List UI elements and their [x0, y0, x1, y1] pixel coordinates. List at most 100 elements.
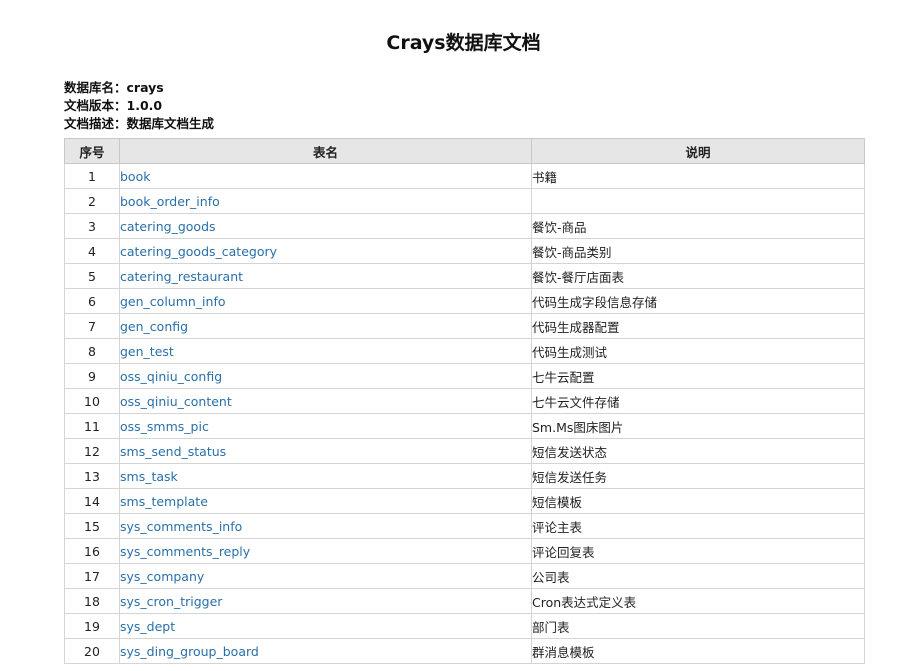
row-table-name-cell: catering_goods [119, 213, 532, 239]
row-number: 19 [64, 613, 120, 639]
table-name-link[interactable]: sms_template [121, 494, 208, 509]
row-number: 14 [64, 488, 120, 514]
row-table-name-cell: sms_task [119, 463, 532, 489]
table-row: 13 sms_task 短信发送任务 [64, 463, 865, 489]
row-table-name-cell: sys_company [119, 563, 532, 589]
row-number: 8 [64, 338, 120, 364]
table-name-link[interactable]: catering_goods_category [121, 244, 278, 259]
table-row: 8 gen_test 代码生成测试 [64, 338, 865, 364]
row-description: 短信发送状态 [531, 438, 865, 464]
row-number: 5 [64, 263, 120, 289]
header-no: 序号 [64, 138, 120, 164]
row-description: 评论主表 [531, 513, 865, 539]
row-table-name-cell: sys_comments_reply [119, 538, 532, 564]
row-description: 七牛云文件存储 [531, 388, 865, 414]
table-row: 4 catering_goods_category 餐饮-商品类别 [64, 238, 865, 264]
table-row: 20 sys_ding_group_board 群消息模板 [64, 638, 865, 664]
table-name-link[interactable]: oss_qiniu_content [121, 394, 232, 409]
description-line: 文档描述：数据库文档生成 [64, 115, 214, 133]
row-table-name-cell: catering_goods_category [119, 238, 532, 264]
table-name-link[interactable]: gen_config [121, 319, 189, 334]
row-description: 代码生成器配置 [531, 313, 865, 339]
row-table-name-cell: gen_column_info [119, 288, 532, 314]
table-row: 17 sys_company 公司表 [64, 563, 865, 589]
table-name-link[interactable]: gen_test [121, 344, 174, 359]
table-row: 11 oss_smms_pic Sm.Ms图床图片 [64, 413, 865, 439]
row-description: 餐饮-商品 [531, 213, 865, 239]
row-table-name-cell: book_order_info [119, 188, 532, 214]
table-row: 9 oss_qiniu_config 七牛云配置 [64, 363, 865, 389]
row-number: 18 [64, 588, 120, 614]
row-description: 代码生成测试 [531, 338, 865, 364]
row-number: 2 [64, 188, 120, 214]
table-name-link[interactable]: book_order_info [121, 194, 220, 209]
table-row: 15 sys_comments_info 评论主表 [64, 513, 865, 539]
row-table-name-cell: oss_smms_pic [119, 413, 532, 439]
row-table-name-cell: oss_qiniu_config [119, 363, 532, 389]
table-name-link[interactable]: sys_dept [121, 619, 176, 634]
row-description: 书籍 [531, 163, 865, 189]
row-number: 13 [64, 463, 120, 489]
header-desc: 说明 [531, 138, 865, 164]
description-value: 数据库文档生成 [126, 116, 215, 131]
table-name-link[interactable]: sys_ding_group_board [121, 644, 259, 659]
header-name: 表名 [119, 138, 532, 164]
row-table-name-cell: sys_cron_trigger [119, 588, 532, 614]
table-name-link[interactable]: sys_comments_info [121, 519, 243, 534]
row-table-name-cell: oss_qiniu_content [119, 388, 532, 414]
row-description: 群消息模板 [531, 638, 865, 664]
table-row: 3 catering_goods 餐饮-商品 [64, 213, 865, 239]
row-number: 4 [64, 238, 120, 264]
table-row: 14 sms_template 短信模板 [64, 488, 865, 514]
table-row: 1 book 书籍 [64, 163, 865, 189]
table-name-link[interactable]: oss_smms_pic [121, 419, 209, 434]
table-name-link[interactable]: sms_send_status [121, 444, 227, 459]
row-number: 11 [64, 413, 120, 439]
table-name-link[interactable]: sms_task [121, 469, 178, 484]
row-number: 20 [64, 638, 120, 664]
db-name-label: 数据库名： [64, 80, 127, 95]
row-table-name-cell: book [119, 163, 532, 189]
row-table-name-cell: sms_send_status [119, 438, 532, 464]
table-name-link[interactable]: book [121, 169, 151, 184]
description-label: 文档描述： [64, 116, 127, 131]
table-name-link[interactable]: sys_comments_reply [121, 544, 251, 559]
table-name-link[interactable]: oss_qiniu_config [121, 369, 223, 384]
table-row: 5 catering_restaurant 餐饮-餐厅店面表 [64, 263, 865, 289]
version-label: 文档版本： [64, 98, 127, 113]
row-description: Sm.Ms图床图片 [531, 413, 865, 439]
table-row: 7 gen_config 代码生成器配置 [64, 313, 865, 339]
table-row: 6 gen_column_info 代码生成字段信息存储 [64, 288, 865, 314]
row-description: 短信发送任务 [531, 463, 865, 489]
table-name-link[interactable]: catering_restaurant [121, 269, 244, 284]
table-index: 序号 表名 说明 1 book 书籍 2 book_order_info 3 caterin… [64, 138, 865, 664]
row-number: 12 [64, 438, 120, 464]
table-name-link[interactable]: gen_column_info [121, 294, 226, 309]
table-row: 10 oss_qiniu_content 七牛云文件存储 [64, 388, 865, 414]
table-body: 1 book 书籍 2 book_order_info 3 catering_goods 餐饮… [64, 163, 865, 664]
table-row: 2 book_order_info [64, 188, 865, 214]
row-description: 公司表 [531, 563, 865, 589]
table-name-link[interactable]: sys_company [121, 569, 205, 584]
row-number: 7 [64, 313, 120, 339]
row-description: 七牛云配置 [531, 363, 865, 389]
row-number: 1 [64, 163, 120, 189]
row-table-name-cell: sys_dept [119, 613, 532, 639]
table-name-link[interactable]: catering_goods [121, 219, 216, 234]
row-table-name-cell: gen_test [119, 338, 532, 364]
row-table-name-cell: sys_ding_group_board [119, 638, 532, 664]
table-row: 16 sys_comments_reply 评论回复表 [64, 538, 865, 564]
row-description [531, 188, 865, 214]
row-description: 代码生成字段信息存储 [531, 288, 865, 314]
row-number: 6 [64, 288, 120, 314]
version-value: 1.0.0 [126, 98, 163, 113]
table-header-row: 序号 表名 说明 [64, 138, 865, 164]
row-description: 餐饮-商品类别 [531, 238, 865, 264]
table-name-link[interactable]: sys_cron_trigger [121, 594, 223, 609]
row-description: 部门表 [531, 613, 865, 639]
row-description: 评论回复表 [531, 538, 865, 564]
row-number: 3 [64, 213, 120, 239]
row-table-name-cell: sys_comments_info [119, 513, 532, 539]
document-title: Crays数据库文档 [386, 32, 541, 54]
row-table-name-cell: gen_config [119, 313, 532, 339]
